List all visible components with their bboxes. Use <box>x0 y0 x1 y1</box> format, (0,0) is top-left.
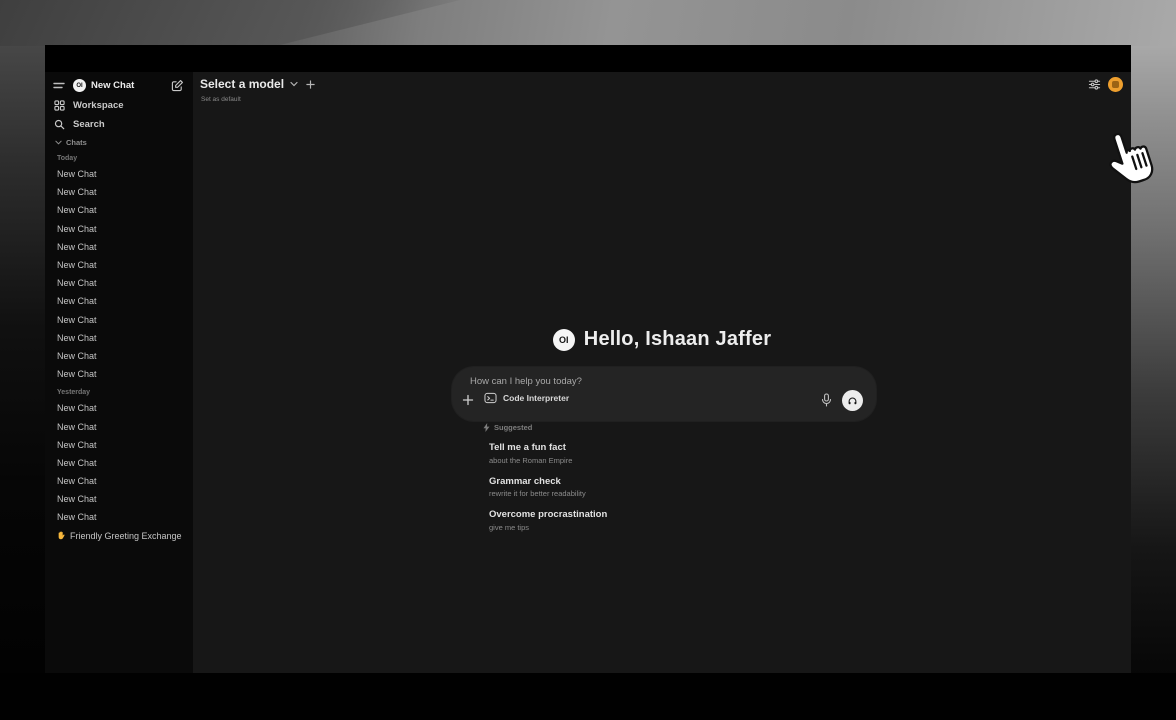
code-interpreter-toggle[interactable]: Code Interpreter <box>484 392 569 404</box>
sidebar-header: OI New Chat <box>45 78 193 94</box>
grid-icon <box>54 100 65 111</box>
suggestion-title: Tell me a fun fact <box>489 442 809 453</box>
suggestion-item[interactable]: Overcome procrastination give me tips <box>489 504 809 538</box>
chat-group-label: Today <box>57 155 193 162</box>
suggestion-title: Grammar check <box>489 476 809 487</box>
user-avatar[interactable] <box>1108 77 1123 92</box>
greeting-text: Hello, Ishaan Jaffer <box>584 328 771 351</box>
bolt-icon <box>483 423 490 432</box>
controls-sliders-icon[interactable] <box>1088 78 1101 91</box>
wallpaper-left <box>0 46 45 674</box>
chats-section-toggle[interactable]: Chats <box>55 136 193 149</box>
code-interpreter-label: Code Interpreter <box>503 393 569 403</box>
chat-item[interactable]: New Chat <box>55 292 193 310</box>
suggestion-item[interactable]: Grammar check rewrite it for better reada… <box>489 471 809 505</box>
input-toolbar: Code Interpreter <box>452 390 876 414</box>
chevron-down-icon <box>290 81 298 87</box>
chat-item[interactable]: New Chat <box>55 238 193 256</box>
chat-group-label: Yesterday <box>57 389 193 396</box>
chat-item-named[interactable]: Friendly Greeting Exchange <box>55 527 193 545</box>
header-actions <box>1088 77 1123 92</box>
app-logo: OI <box>73 79 86 92</box>
chats-section-label: Chats <box>66 138 87 147</box>
app-logo: OI <box>553 329 575 351</box>
model-selector-label: Select a model <box>200 77 284 91</box>
sidebar-item-workspace[interactable]: Workspace <box>45 96 193 115</box>
search-icon <box>54 119 65 130</box>
chat-list: Chats TodayNew ChatNew ChatNew ChatNew C… <box>45 136 193 673</box>
chat-item[interactable]: New Chat <box>55 183 193 201</box>
wallpaper-right <box>1131 46 1176 674</box>
chat-item[interactable]: New Chat <box>55 220 193 238</box>
chat-item[interactable]: New Chat <box>55 311 193 329</box>
sidebar-toggle-icon[interactable] <box>53 81 65 91</box>
sidebar-item-search[interactable]: Search <box>45 115 193 134</box>
sidebar: OI New Chat Wo <box>45 72 193 673</box>
chat-item[interactable]: New Chat <box>55 365 193 383</box>
wallpaper-bottom <box>0 673 1176 720</box>
suggestion-subtitle: about the Roman Empire <box>489 456 809 465</box>
suggestion-subtitle: rewrite it for better readability <box>489 489 809 498</box>
suggestion-title: Overcome procrastination <box>489 509 809 520</box>
suggestions-list: Tell me a fun fact about the Roman Empire… <box>489 437 809 538</box>
chat-item[interactable]: New Chat <box>55 490 193 508</box>
suggested-header: Suggested <box>483 423 532 432</box>
chat-item[interactable]: New Chat <box>55 256 193 274</box>
screen: OI New Chat Wo <box>0 0 1176 720</box>
voice-call-button[interactable] <box>842 390 863 411</box>
chat-item[interactable]: New Chat <box>55 347 193 365</box>
model-selector[interactable]: Select a model <box>200 77 315 91</box>
chevron-down-icon <box>55 140 62 145</box>
headphones-icon <box>848 395 857 407</box>
chat-item[interactable]: New Chat <box>55 329 193 347</box>
suggestion-subtitle: give me tips <box>489 523 809 532</box>
chat-item[interactable]: New Chat <box>55 165 193 183</box>
chat-item[interactable]: New Chat <box>55 436 193 454</box>
chat-item[interactable]: New Chat <box>55 274 193 292</box>
chat-input-card[interactable]: How can I help you today? Code Interpret… <box>452 367 876 421</box>
chat-item[interactable]: New Chat <box>55 454 193 472</box>
main-area: Select a model Set as default <box>193 72 1131 673</box>
chat-item[interactable]: New Chat <box>55 201 193 219</box>
chat-groups: TodayNew ChatNew ChatNew ChatNew ChatNew… <box>55 155 193 527</box>
attach-plus-icon[interactable] <box>462 394 474 406</box>
suggestion-item[interactable]: Tell me a fun fact about the Roman Empire <box>489 437 809 471</box>
set-default-link[interactable]: Set as default <box>201 96 241 103</box>
add-model-icon[interactable] <box>306 80 315 89</box>
chat-item[interactable]: New Chat <box>55 417 193 435</box>
new-chat-icon[interactable] <box>171 79 184 92</box>
waving-hand-icon <box>57 531 66 540</box>
chat-item[interactable]: New Chat <box>55 399 193 417</box>
chat-item[interactable]: New Chat <box>55 508 193 526</box>
chat-item-label: Friendly Greeting Exchange <box>70 531 182 541</box>
sidebar-item-label: Workspace <box>73 100 124 111</box>
sidebar-title: New Chat <box>91 80 134 91</box>
chat-input[interactable]: How can I help you today? <box>470 376 582 387</box>
command-line-icon <box>484 392 497 404</box>
sidebar-item-label: Search <box>73 119 105 130</box>
sidebar-nav: Workspace Search <box>45 96 193 134</box>
greeting-block: OI Hello, Ishaan Jaffer <box>193 328 1131 351</box>
app-window: OI New Chat Wo <box>45 45 1131 673</box>
chat-item[interactable]: New Chat <box>55 472 193 490</box>
microphone-icon[interactable] <box>821 393 832 407</box>
suggested-label: Suggested <box>494 423 532 432</box>
